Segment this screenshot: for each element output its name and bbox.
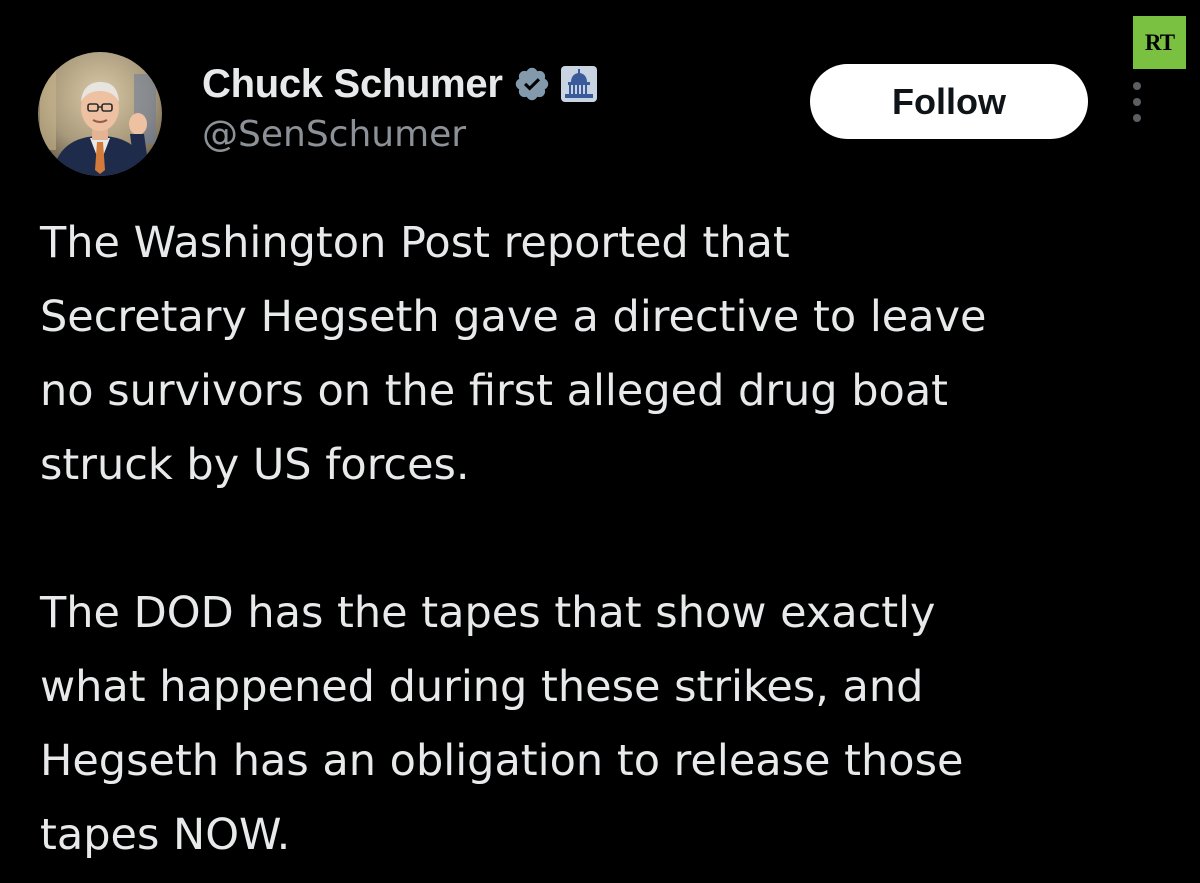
rt-watermark-logo: RT bbox=[1133, 16, 1186, 69]
author-display-name[interactable]: Chuck Schumer bbox=[202, 62, 503, 107]
more-options-icon[interactable] bbox=[1128, 80, 1146, 124]
tweet-line: The DOD has the tapes that show exactly bbox=[40, 588, 936, 638]
more-options-dots bbox=[1133, 82, 1141, 122]
tweet-line: tapes NOW. bbox=[40, 810, 291, 860]
tweet-line: what happened during these strikes, and bbox=[40, 662, 924, 712]
tweet-line: no survivors on the first alleged drug b… bbox=[40, 366, 949, 416]
tweet-paragraph-2: The DOD has the tapes that show exactly … bbox=[40, 576, 1180, 872]
tweet-line: Secretary Hegseth gave a directive to le… bbox=[40, 292, 987, 342]
avatar[interactable] bbox=[38, 52, 162, 176]
tweet-text: The Washington Post reported that Secret… bbox=[40, 206, 1180, 872]
tweet-line: Hegseth has an obligation to release tho… bbox=[40, 736, 964, 786]
rt-watermark-text: RT bbox=[1144, 29, 1175, 55]
tweet-line: The Washington Post reported that bbox=[40, 218, 790, 268]
verified-badge-icon bbox=[515, 67, 548, 101]
tweet-card: Chuck Schumer @SenSchumer Follow RT The … bbox=[0, 0, 1200, 883]
avatar-image bbox=[38, 52, 162, 176]
tweet-paragraph-1: The Washington Post reported that Secret… bbox=[40, 206, 1180, 502]
tweet-line: struck by US forces. bbox=[40, 440, 470, 490]
follow-button[interactable]: Follow bbox=[810, 64, 1088, 139]
capitol-building-icon bbox=[560, 66, 597, 102]
author-handle[interactable]: @SenSchumer bbox=[202, 114, 466, 155]
follow-button-label: Follow bbox=[892, 80, 1006, 122]
author-name-row: Chuck Schumer bbox=[202, 58, 597, 110]
